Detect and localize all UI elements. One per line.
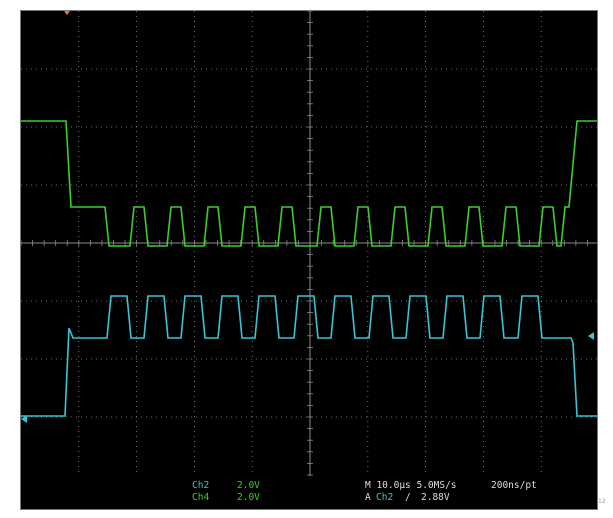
waveform-display [21, 11, 597, 476]
ch4-scale: 2.0V [237, 492, 260, 503]
ch2-label: Ch2 [192, 480, 210, 491]
trigger-position-icon[interactable] [62, 11, 72, 15]
graticule-grid [21, 11, 597, 476]
ch4-label: Ch4 [192, 492, 210, 503]
caption [150, 0, 410, 8]
trigger-level: 2.88V [421, 492, 450, 503]
trigger-level-marker-icon[interactable] [588, 332, 594, 340]
trigger-source: Ch2 [376, 492, 394, 503]
status-bar: Ch2 2.0V Ch4 2.0V M 10.0µs 5.0MS/s 200ns… [21, 476, 597, 509]
corner-note: 12 [598, 498, 606, 505]
trigger-slope: / [405, 492, 411, 503]
resolution-readout: 200ns/pt [491, 480, 537, 491]
oscilloscope-screen: Ch2 2.0V Ch4 2.0V M 10.0µs 5.0MS/s 200ns… [20, 10, 598, 510]
trigger-label: A [365, 492, 371, 503]
ch2-scale: 2.0V [237, 480, 260, 491]
timebase-readout: M 10.0µs 5.0MS/s [365, 480, 457, 491]
